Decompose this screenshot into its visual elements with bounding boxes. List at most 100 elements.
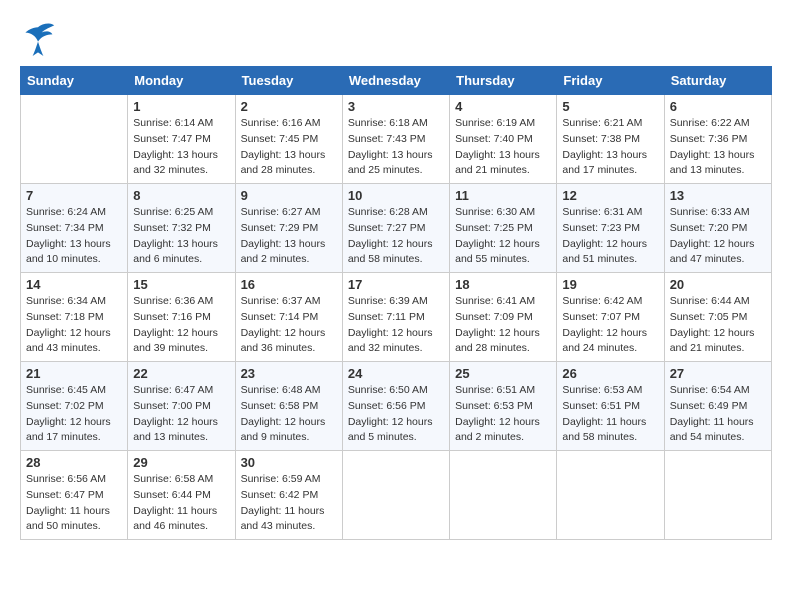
day-number: 10: [348, 188, 444, 203]
day-info: Sunrise: 6:50 AM Sunset: 6:56 PM Dayligh…: [348, 383, 444, 446]
day-number: 1: [133, 99, 229, 114]
day-info: Sunrise: 6:27 AM Sunset: 7:29 PM Dayligh…: [241, 205, 337, 268]
day-info: Sunrise: 6:21 AM Sunset: 7:38 PM Dayligh…: [562, 116, 658, 179]
day-info: Sunrise: 6:51 AM Sunset: 6:53 PM Dayligh…: [455, 383, 551, 446]
calendar-cell: 26 Sunrise: 6:53 AM Sunset: 6:51 PM Dayli…: [557, 362, 664, 451]
day-info: Sunrise: 6:16 AM Sunset: 7:45 PM Dayligh…: [241, 116, 337, 179]
day-info: Sunrise: 6:53 AM Sunset: 6:51 PM Dayligh…: [562, 383, 658, 446]
calendar-cell: 9 Sunrise: 6:27 AM Sunset: 7:29 PM Daylig…: [235, 184, 342, 273]
calendar-cell: 2 Sunrise: 6:16 AM Sunset: 7:45 PM Daylig…: [235, 95, 342, 184]
day-info: Sunrise: 6:47 AM Sunset: 7:00 PM Dayligh…: [133, 383, 229, 446]
calendar-week-row: 28 Sunrise: 6:56 AM Sunset: 6:47 PM Dayli…: [21, 451, 772, 540]
calendar-week-row: 1 Sunrise: 6:14 AM Sunset: 7:47 PM Daylig…: [21, 95, 772, 184]
day-header-wednesday: Wednesday: [342, 67, 449, 95]
calendar-header-row: SundayMondayTuesdayWednesdayThursdayFrid…: [21, 67, 772, 95]
day-info: Sunrise: 6:48 AM Sunset: 6:58 PM Dayligh…: [241, 383, 337, 446]
day-number: 16: [241, 277, 337, 292]
day-header-sunday: Sunday: [21, 67, 128, 95]
day-info: Sunrise: 6:54 AM Sunset: 6:49 PM Dayligh…: [670, 383, 766, 446]
calendar-cell: 16 Sunrise: 6:37 AM Sunset: 7:14 PM Dayli…: [235, 273, 342, 362]
calendar-cell: 15 Sunrise: 6:36 AM Sunset: 7:16 PM Dayli…: [128, 273, 235, 362]
calendar-cell: 10 Sunrise: 6:28 AM Sunset: 7:27 PM Dayli…: [342, 184, 449, 273]
calendar-cell: [450, 451, 557, 540]
logo-icon: [20, 20, 56, 56]
day-info: Sunrise: 6:19 AM Sunset: 7:40 PM Dayligh…: [455, 116, 551, 179]
day-info: Sunrise: 6:25 AM Sunset: 7:32 PM Dayligh…: [133, 205, 229, 268]
calendar-cell: [557, 451, 664, 540]
day-number: 24: [348, 366, 444, 381]
day-info: Sunrise: 6:14 AM Sunset: 7:47 PM Dayligh…: [133, 116, 229, 179]
calendar-cell: 21 Sunrise: 6:45 AM Sunset: 7:02 PM Dayli…: [21, 362, 128, 451]
day-info: Sunrise: 6:18 AM Sunset: 7:43 PM Dayligh…: [348, 116, 444, 179]
calendar-cell: 5Sunrise: 6:21 AM Sunset: 7:38 PM Daylig…: [557, 95, 664, 184]
day-info: Sunrise: 6:34 AM Sunset: 7:18 PM Dayligh…: [26, 294, 122, 357]
calendar-cell: 23 Sunrise: 6:48 AM Sunset: 6:58 PM Dayli…: [235, 362, 342, 451]
day-info: Sunrise: 6:30 AM Sunset: 7:25 PM Dayligh…: [455, 205, 551, 268]
calendar-table: SundayMondayTuesdayWednesdayThursdayFrid…: [20, 66, 772, 540]
day-number: 28: [26, 455, 122, 470]
day-number: 17: [348, 277, 444, 292]
day-number: 11: [455, 188, 551, 203]
calendar-cell: 17Sunrise: 6:39 AM Sunset: 7:11 PM Dayli…: [342, 273, 449, 362]
day-number: 4: [455, 99, 551, 114]
day-info: Sunrise: 6:31 AM Sunset: 7:23 PM Dayligh…: [562, 205, 658, 268]
day-number: 27: [670, 366, 766, 381]
day-info: Sunrise: 6:22 AM Sunset: 7:36 PM Dayligh…: [670, 116, 766, 179]
calendar-cell: 13 Sunrise: 6:33 AM Sunset: 7:20 PM Dayli…: [664, 184, 771, 273]
day-number: 22: [133, 366, 229, 381]
calendar-cell: 28 Sunrise: 6:56 AM Sunset: 6:47 PM Dayli…: [21, 451, 128, 540]
day-number: 15: [133, 277, 229, 292]
day-number: 25: [455, 366, 551, 381]
day-number: 3: [348, 99, 444, 114]
day-number: 20: [670, 277, 766, 292]
day-number: 14: [26, 277, 122, 292]
day-number: 2: [241, 99, 337, 114]
day-info: Sunrise: 6:56 AM Sunset: 6:47 PM Dayligh…: [26, 472, 122, 535]
day-number: 13: [670, 188, 766, 203]
calendar-cell: 3 Sunrise: 6:18 AM Sunset: 7:43 PM Daylig…: [342, 95, 449, 184]
day-info: Sunrise: 6:36 AM Sunset: 7:16 PM Dayligh…: [133, 294, 229, 357]
calendar-cell: [342, 451, 449, 540]
day-info: Sunrise: 6:28 AM Sunset: 7:27 PM Dayligh…: [348, 205, 444, 268]
day-info: Sunrise: 6:45 AM Sunset: 7:02 PM Dayligh…: [26, 383, 122, 446]
calendar-cell: 30 Sunrise: 6:59 AM Sunset: 6:42 PM Dayli…: [235, 451, 342, 540]
day-number: 7: [26, 188, 122, 203]
calendar-week-row: 14 Sunrise: 6:34 AM Sunset: 7:18 PM Dayli…: [21, 273, 772, 362]
calendar-cell: 11 Sunrise: 6:30 AM Sunset: 7:25 PM Dayli…: [450, 184, 557, 273]
day-header-monday: Monday: [128, 67, 235, 95]
calendar-week-row: 7 Sunrise: 6:24 AM Sunset: 7:34 PM Daylig…: [21, 184, 772, 273]
calendar-cell: 22 Sunrise: 6:47 AM Sunset: 7:00 PM Dayli…: [128, 362, 235, 451]
day-header-saturday: Saturday: [664, 67, 771, 95]
calendar-cell: 18Sunrise: 6:41 AM Sunset: 7:09 PM Dayli…: [450, 273, 557, 362]
logo: [20, 20, 62, 56]
calendar-cell: 8 Sunrise: 6:25 AM Sunset: 7:32 PM Daylig…: [128, 184, 235, 273]
day-info: Sunrise: 6:33 AM Sunset: 7:20 PM Dayligh…: [670, 205, 766, 268]
calendar-cell: 14 Sunrise: 6:34 AM Sunset: 7:18 PM Dayli…: [21, 273, 128, 362]
day-number: 8: [133, 188, 229, 203]
day-info: Sunrise: 6:58 AM Sunset: 6:44 PM Dayligh…: [133, 472, 229, 535]
day-number: 9: [241, 188, 337, 203]
day-info: Sunrise: 6:37 AM Sunset: 7:14 PM Dayligh…: [241, 294, 337, 357]
day-info: Sunrise: 6:24 AM Sunset: 7:34 PM Dayligh…: [26, 205, 122, 268]
page-header: [20, 20, 772, 56]
calendar-cell: 1 Sunrise: 6:14 AM Sunset: 7:47 PM Daylig…: [128, 95, 235, 184]
day-number: 23: [241, 366, 337, 381]
day-number: 18: [455, 277, 551, 292]
calendar-cell: 6 Sunrise: 6:22 AM Sunset: 7:36 PM Daylig…: [664, 95, 771, 184]
day-number: 26: [562, 366, 658, 381]
calendar-cell: 29 Sunrise: 6:58 AM Sunset: 6:44 PM Dayli…: [128, 451, 235, 540]
calendar-cell: 19Sunrise: 6:42 AM Sunset: 7:07 PM Dayli…: [557, 273, 664, 362]
day-number: 29: [133, 455, 229, 470]
day-info: Sunrise: 6:59 AM Sunset: 6:42 PM Dayligh…: [241, 472, 337, 535]
calendar-cell: [664, 451, 771, 540]
calendar-cell: 12Sunrise: 6:31 AM Sunset: 7:23 PM Dayli…: [557, 184, 664, 273]
day-header-tuesday: Tuesday: [235, 67, 342, 95]
day-number: 30: [241, 455, 337, 470]
day-number: 6: [670, 99, 766, 114]
calendar-week-row: 21 Sunrise: 6:45 AM Sunset: 7:02 PM Dayli…: [21, 362, 772, 451]
calendar-cell: [21, 95, 128, 184]
day-number: 21: [26, 366, 122, 381]
day-info: Sunrise: 6:42 AM Sunset: 7:07 PM Dayligh…: [562, 294, 658, 357]
calendar-cell: 7 Sunrise: 6:24 AM Sunset: 7:34 PM Daylig…: [21, 184, 128, 273]
calendar-cell: 25 Sunrise: 6:51 AM Sunset: 6:53 PM Dayli…: [450, 362, 557, 451]
